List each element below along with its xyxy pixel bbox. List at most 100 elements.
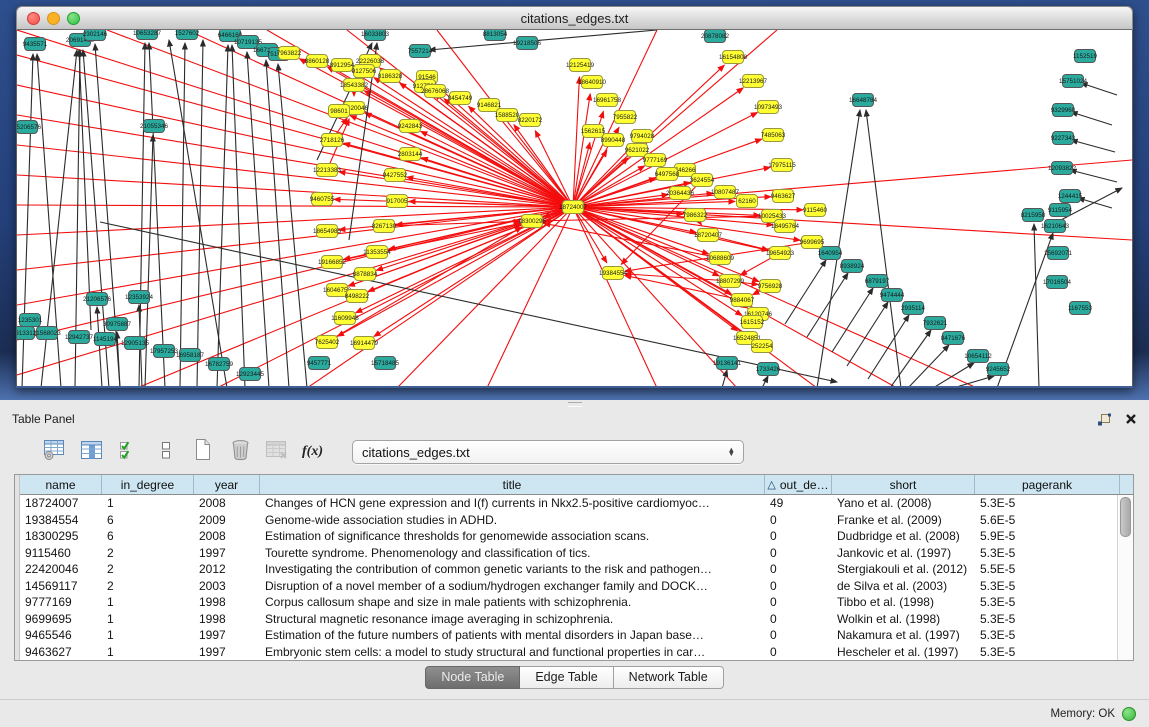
network-node[interactable]: 12213967 — [739, 75, 768, 88]
citation-edge-red[interactable] — [17, 207, 573, 235]
citation-edge-black[interactable] — [832, 288, 873, 352]
network-node[interactable]: 18724007 — [559, 201, 588, 214]
network-window-titlebar[interactable]: citations_edges.txt — [16, 6, 1133, 30]
network-node[interactable]: 17957253 — [150, 345, 179, 358]
network-node[interactable]: 9427552 — [383, 169, 408, 182]
column-header-out-de-[interactable]: △out_de… — [765, 475, 832, 494]
network-node[interactable]: 7955822 — [613, 111, 638, 124]
row-height-button[interactable] — [153, 440, 179, 464]
new-file-button[interactable] — [190, 440, 216, 464]
network-node[interactable]: 8186328 — [378, 70, 403, 83]
network-node[interactable]: 9245652 — [986, 363, 1011, 376]
network-node[interactable]: 15751024 — [1059, 75, 1088, 88]
column-header-short[interactable]: short — [832, 475, 975, 494]
network-node[interactable]: 12905135 — [121, 337, 150, 350]
tab-network-table[interactable]: Network Table — [614, 666, 724, 689]
citation-edge-red[interactable] — [17, 205, 573, 207]
citation-edge-black[interactable] — [232, 45, 245, 386]
citation-edge-black[interactable] — [953, 376, 994, 386]
network-node[interactable]: 1527602 — [175, 30, 200, 40]
network-node[interactable]: 18300295 — [518, 215, 547, 228]
citation-edge-black[interactable] — [785, 260, 826, 324]
network-node[interactable]: 2302146 — [83, 30, 108, 41]
network-node[interactable]: 21055346 — [140, 120, 169, 133]
network-node[interactable]: 1167553 — [1068, 302, 1093, 315]
network-node[interactable]: 16782759 — [205, 358, 234, 371]
citation-edge-black[interactable] — [429, 30, 657, 50]
network-node[interactable]: 11568023 — [33, 327, 61, 340]
network-node[interactable]: 25206576 — [16, 121, 41, 134]
network-node[interactable]: 16914479 — [350, 337, 379, 350]
network-node[interactable]: 10653287 — [133, 30, 162, 40]
network-node[interactable]: 12213383 — [313, 164, 342, 177]
network-node[interactable]: 7557214 — [408, 45, 433, 58]
table-row[interactable]: 1938455462009Genome-wide association stu… — [20, 512, 1133, 529]
network-node[interactable]: 8813054 — [483, 30, 508, 41]
panel-resize-handle[interactable] — [0, 400, 1149, 407]
network-node[interactable]: 19384554 — [599, 267, 628, 280]
network-node[interactable]: 8878834 — [353, 268, 378, 281]
network-node[interactable]: 3624554 — [690, 174, 715, 187]
network-node[interactable]: 1615152 — [740, 316, 765, 329]
network-node[interactable]: 9699695 — [800, 236, 825, 249]
column-header-in-degree[interactable]: in_degree — [102, 475, 194, 494]
network-node[interactable]: 9884067 — [730, 294, 755, 307]
network-node[interactable]: 21206576 — [83, 293, 112, 306]
network-node[interactable]: 8454749 — [448, 92, 473, 105]
network-node[interactable]: 19654923 — [766, 247, 795, 260]
citation-edge-red[interactable] — [365, 113, 573, 207]
network-node[interactable]: 9329960 — [1051, 104, 1076, 117]
network-node[interactable]: 1640954 — [818, 247, 843, 260]
import-table-button[interactable] — [264, 440, 290, 464]
citation-edge-black[interactable] — [1071, 112, 1112, 125]
network-node[interactable]: 2803144 — [398, 148, 423, 161]
network-node[interactable]: 7485063 — [761, 129, 786, 142]
table-mode-button[interactable] — [42, 440, 68, 464]
table-row[interactable]: 1872400712008Changes of HCN gene express… — [20, 495, 1133, 512]
table-row[interactable]: 1456911722003Disruption of a novel membe… — [20, 578, 1133, 595]
network-node[interactable]: 1733426 — [756, 363, 781, 376]
network-node[interactable]: 9460755 — [310, 193, 335, 206]
citation-edge-red[interactable] — [17, 207, 573, 270]
citation-edge-black[interactable] — [266, 60, 289, 386]
network-node[interactable]: 7986322 — [683, 209, 708, 222]
network-node[interactable]: 9227343 — [1051, 132, 1076, 145]
network-node[interactable]: 19166852 — [318, 256, 347, 269]
network-node[interactable]: 16961758 — [593, 94, 622, 107]
tab-edge-table[interactable]: Edge Table — [520, 666, 613, 689]
select-columns-button[interactable] — [116, 440, 142, 464]
citation-edge-black[interactable] — [180, 43, 185, 386]
citation-edge-red[interactable] — [487, 207, 573, 386]
citation-edge-red[interactable] — [17, 145, 573, 207]
network-node[interactable]: 252254 — [751, 340, 773, 353]
column-header-year[interactable]: year — [194, 475, 260, 494]
network-node[interactable]: 62160 — [737, 195, 758, 208]
network-node[interactable]: 7932621 — [923, 317, 948, 330]
network-node[interactable]: 18807299 — [716, 275, 745, 288]
network-node[interactable]: 9457771 — [307, 357, 332, 370]
network-node[interactable]: 19136141 — [713, 357, 742, 370]
citation-edge-black[interactable] — [278, 64, 307, 386]
network-node[interactable]: 18495764 — [771, 220, 800, 233]
network-node[interactable]: 6497568 — [655, 168, 680, 181]
network-node[interactable]: 1562615 — [581, 125, 606, 138]
function-builder-button[interactable]: f(x) — [301, 440, 327, 464]
column-header-name[interactable]: name — [20, 475, 102, 494]
network-node[interactable]: 8938924 — [840, 260, 865, 273]
network-node[interactable]: 9474444 — [880, 289, 905, 302]
network-node[interactable]: 1244415 — [1058, 190, 1083, 203]
citation-edge-black[interactable] — [933, 363, 974, 386]
citation-edge-black[interactable] — [1034, 224, 1039, 386]
network-node[interactable]: 18640910 — [578, 76, 607, 89]
network-node[interactable]: 15692071 — [1044, 247, 1073, 260]
network-node[interactable]: 16648784 — [849, 94, 878, 107]
vertical-scrollbar[interactable] — [1117, 495, 1133, 660]
network-node[interactable]: 9463627 — [771, 190, 796, 203]
column-visibility-button[interactable] — [79, 440, 105, 464]
network-node[interactable]: 12942737 — [65, 331, 94, 344]
network-node[interactable]: 17975115 — [768, 159, 796, 172]
citation-edge-red[interactable] — [17, 207, 573, 375]
network-node[interactable]: 8498222 — [345, 290, 370, 303]
citation-edge-black[interactable] — [79, 50, 91, 330]
network-node[interactable]: 12125419 — [566, 59, 595, 72]
